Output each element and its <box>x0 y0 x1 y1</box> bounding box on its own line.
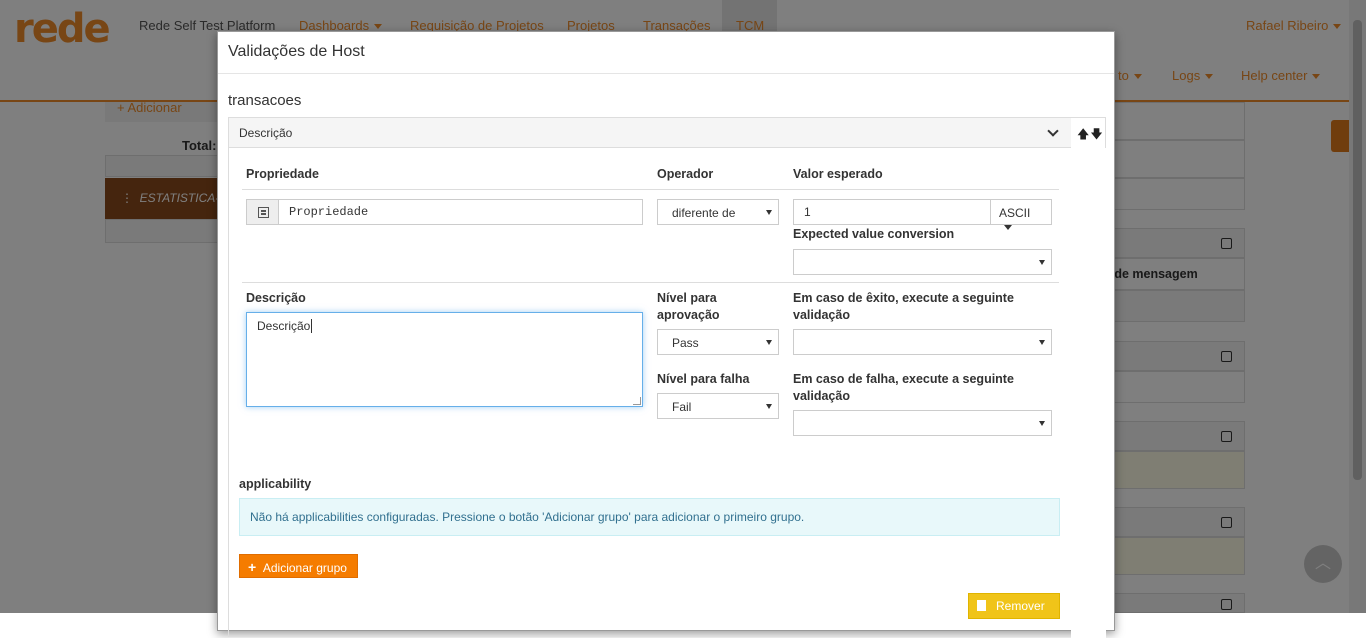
operador-select[interactable]: diferente de <box>657 199 779 225</box>
falha-label-line2: validação <box>793 389 850 403</box>
falha-label-line1: Em caso de falha, execute a seguinte <box>793 372 1014 386</box>
section-title: transacoes <box>228 92 302 109</box>
applicability-empty-alert: Não há applicabilities configuradas. Pre… <box>239 498 1060 536</box>
nivel-aprovacao-label-line1: Nível para <box>657 291 717 305</box>
caret-down-icon <box>1039 340 1045 345</box>
operador-label: Operador <box>657 167 714 181</box>
caret-down-icon <box>766 210 772 215</box>
divider <box>242 189 1059 190</box>
panel-heading[interactable]: Descrição <box>229 118 1071 148</box>
caret-down-icon <box>1039 421 1045 426</box>
caret-down-icon <box>766 340 772 345</box>
reorder-arrows-icon[interactable]: 🡅🡇 <box>1077 125 1104 146</box>
caret-down-icon <box>1004 225 1012 231</box>
chevron-down-icon[interactable] <box>1047 125 1059 137</box>
trash-icon <box>977 600 986 611</box>
nivel-aprovacao-label-line2: aprovação <box>657 308 720 322</box>
descricao-textarea[interactable]: Descrição <box>246 312 643 407</box>
nivel-aprovacao-select[interactable]: Pass <box>657 329 779 355</box>
caret-down-icon <box>766 404 772 409</box>
panel-title: Descrição <box>239 126 293 140</box>
add-group-button[interactable]: + Adicionar grupo <box>239 554 358 578</box>
list-icon <box>258 207 269 218</box>
divider <box>242 282 1059 283</box>
applicability-label: applicability <box>239 477 312 491</box>
caret-down-icon <box>1039 260 1045 265</box>
propriedade-label: Propriedade <box>246 167 319 181</box>
falha-validation-select[interactable] <box>793 410 1052 436</box>
exito-label-line2: validação <box>793 308 850 322</box>
descricao-label: Descrição <box>246 291 306 305</box>
remove-button[interactable]: Remover <box>968 593 1060 619</box>
encoding-dropdown-button[interactable]: ASCII <box>990 199 1052 231</box>
panel-side-gutter <box>1071 148 1106 638</box>
plus-icon: + <box>248 559 257 575</box>
host-validations-modal: Validações de Host transacoes Descrição … <box>217 31 1115 638</box>
nivel-falha-select[interactable]: Fail <box>657 393 779 419</box>
exito-label-line1: Em caso de êxito, execute a seguinte <box>793 291 1014 305</box>
modal-title: Validações de Host <box>218 32 1114 74</box>
resize-handle-icon[interactable] <box>633 397 641 405</box>
propriedade-input[interactable]: Propriedade <box>278 199 643 225</box>
valor-esperado-label: Valor esperado <box>793 167 883 181</box>
propriedade-picker-button[interactable] <box>246 199 279 225</box>
nivel-falha-label: Nível para falha <box>657 372 750 386</box>
exito-validation-select[interactable] <box>793 329 1052 355</box>
expected-value-conversion-label: Expected value conversion <box>793 227 955 241</box>
validation-panel: Descrição 🡅🡇 Propriedade Operador Valor … <box>228 117 1106 638</box>
expected-value-conversion-select[interactable] <box>793 249 1052 275</box>
valor-esperado-input[interactable]: 1 <box>793 199 991 225</box>
